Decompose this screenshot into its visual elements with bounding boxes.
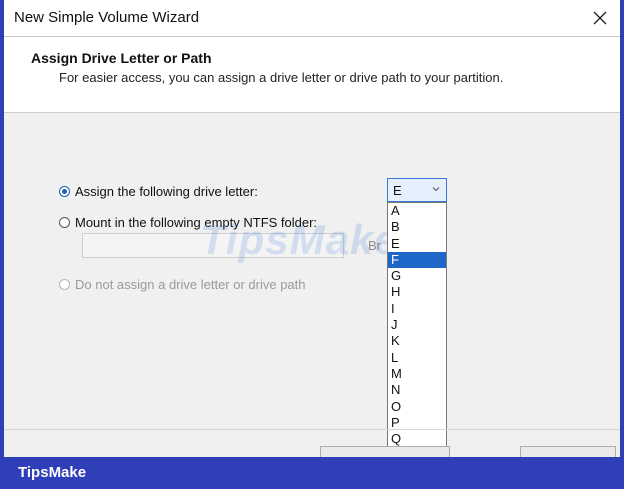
- drive-letter-value: E: [393, 183, 402, 198]
- no-letter-label: Do not assign a drive letter or drive pa…: [75, 277, 306, 292]
- close-button[interactable]: [582, 0, 618, 36]
- title-bar: New Simple Volume Wizard: [4, 0, 620, 36]
- drive-letter-option[interactable]: A: [388, 203, 446, 219]
- drive-letter-option[interactable]: G: [388, 268, 446, 284]
- no-letter-radio[interactable]: [59, 279, 70, 290]
- cancel-button[interactable]: [520, 446, 616, 457]
- brand-bar: TipsMake: [0, 457, 624, 489]
- window-title: New Simple Volume Wizard: [14, 9, 200, 26]
- folder-path-input[interactable]: [82, 233, 344, 258]
- wizard-window: New Simple Volume Wizard Assign Drive Le…: [4, 0, 620, 457]
- no-letter-option[interactable]: Do not assign a drive letter or drive pa…: [59, 277, 306, 292]
- drive-letter-option[interactable]: H: [388, 284, 446, 300]
- drive-letter-option[interactable]: N: [388, 382, 446, 398]
- drive-letter-option[interactable]: I: [388, 301, 446, 317]
- wizard-header: Assign Drive Letter or Path For easier a…: [4, 36, 620, 113]
- assign-letter-radio[interactable]: [59, 186, 70, 197]
- drive-letter-option[interactable]: O: [388, 399, 446, 415]
- drive-letter-option[interactable]: L: [388, 350, 446, 366]
- assign-letter-label: Assign the following drive letter:: [75, 184, 258, 199]
- mount-folder-label: Mount in the following empty NTFS folder…: [75, 215, 318, 230]
- drive-letter-dropdown[interactable]: ABEFGHIJKLMNOPQR: [387, 202, 447, 457]
- drive-letter-option[interactable]: B: [388, 219, 446, 235]
- chevron-down-icon: [432, 187, 440, 192]
- drive-letter-option[interactable]: F: [388, 251, 446, 269]
- drive-letter-option[interactable]: J: [388, 317, 446, 333]
- close-icon: [593, 11, 607, 25]
- footer-separator: [4, 429, 620, 430]
- page-subtitle: For easier access, you can assign a driv…: [59, 70, 504, 85]
- brand-label: TipsMake: [18, 464, 87, 481]
- drive-letter-option[interactable]: M: [388, 366, 446, 382]
- drive-letter-option[interactable]: K: [388, 333, 446, 349]
- drive-letter-option[interactable]: Q: [388, 431, 446, 447]
- back-button[interactable]: [320, 446, 450, 457]
- page-title: Assign Drive Letter or Path: [31, 50, 212, 66]
- drive-letter-select[interactable]: E: [387, 178, 447, 202]
- mount-folder-option[interactable]: Mount in the following empty NTFS folder…: [59, 215, 317, 230]
- drive-letter-option[interactable]: E: [388, 236, 446, 252]
- mount-folder-radio[interactable]: [59, 217, 70, 228]
- assign-letter-option[interactable]: Assign the following drive letter:: [59, 184, 258, 199]
